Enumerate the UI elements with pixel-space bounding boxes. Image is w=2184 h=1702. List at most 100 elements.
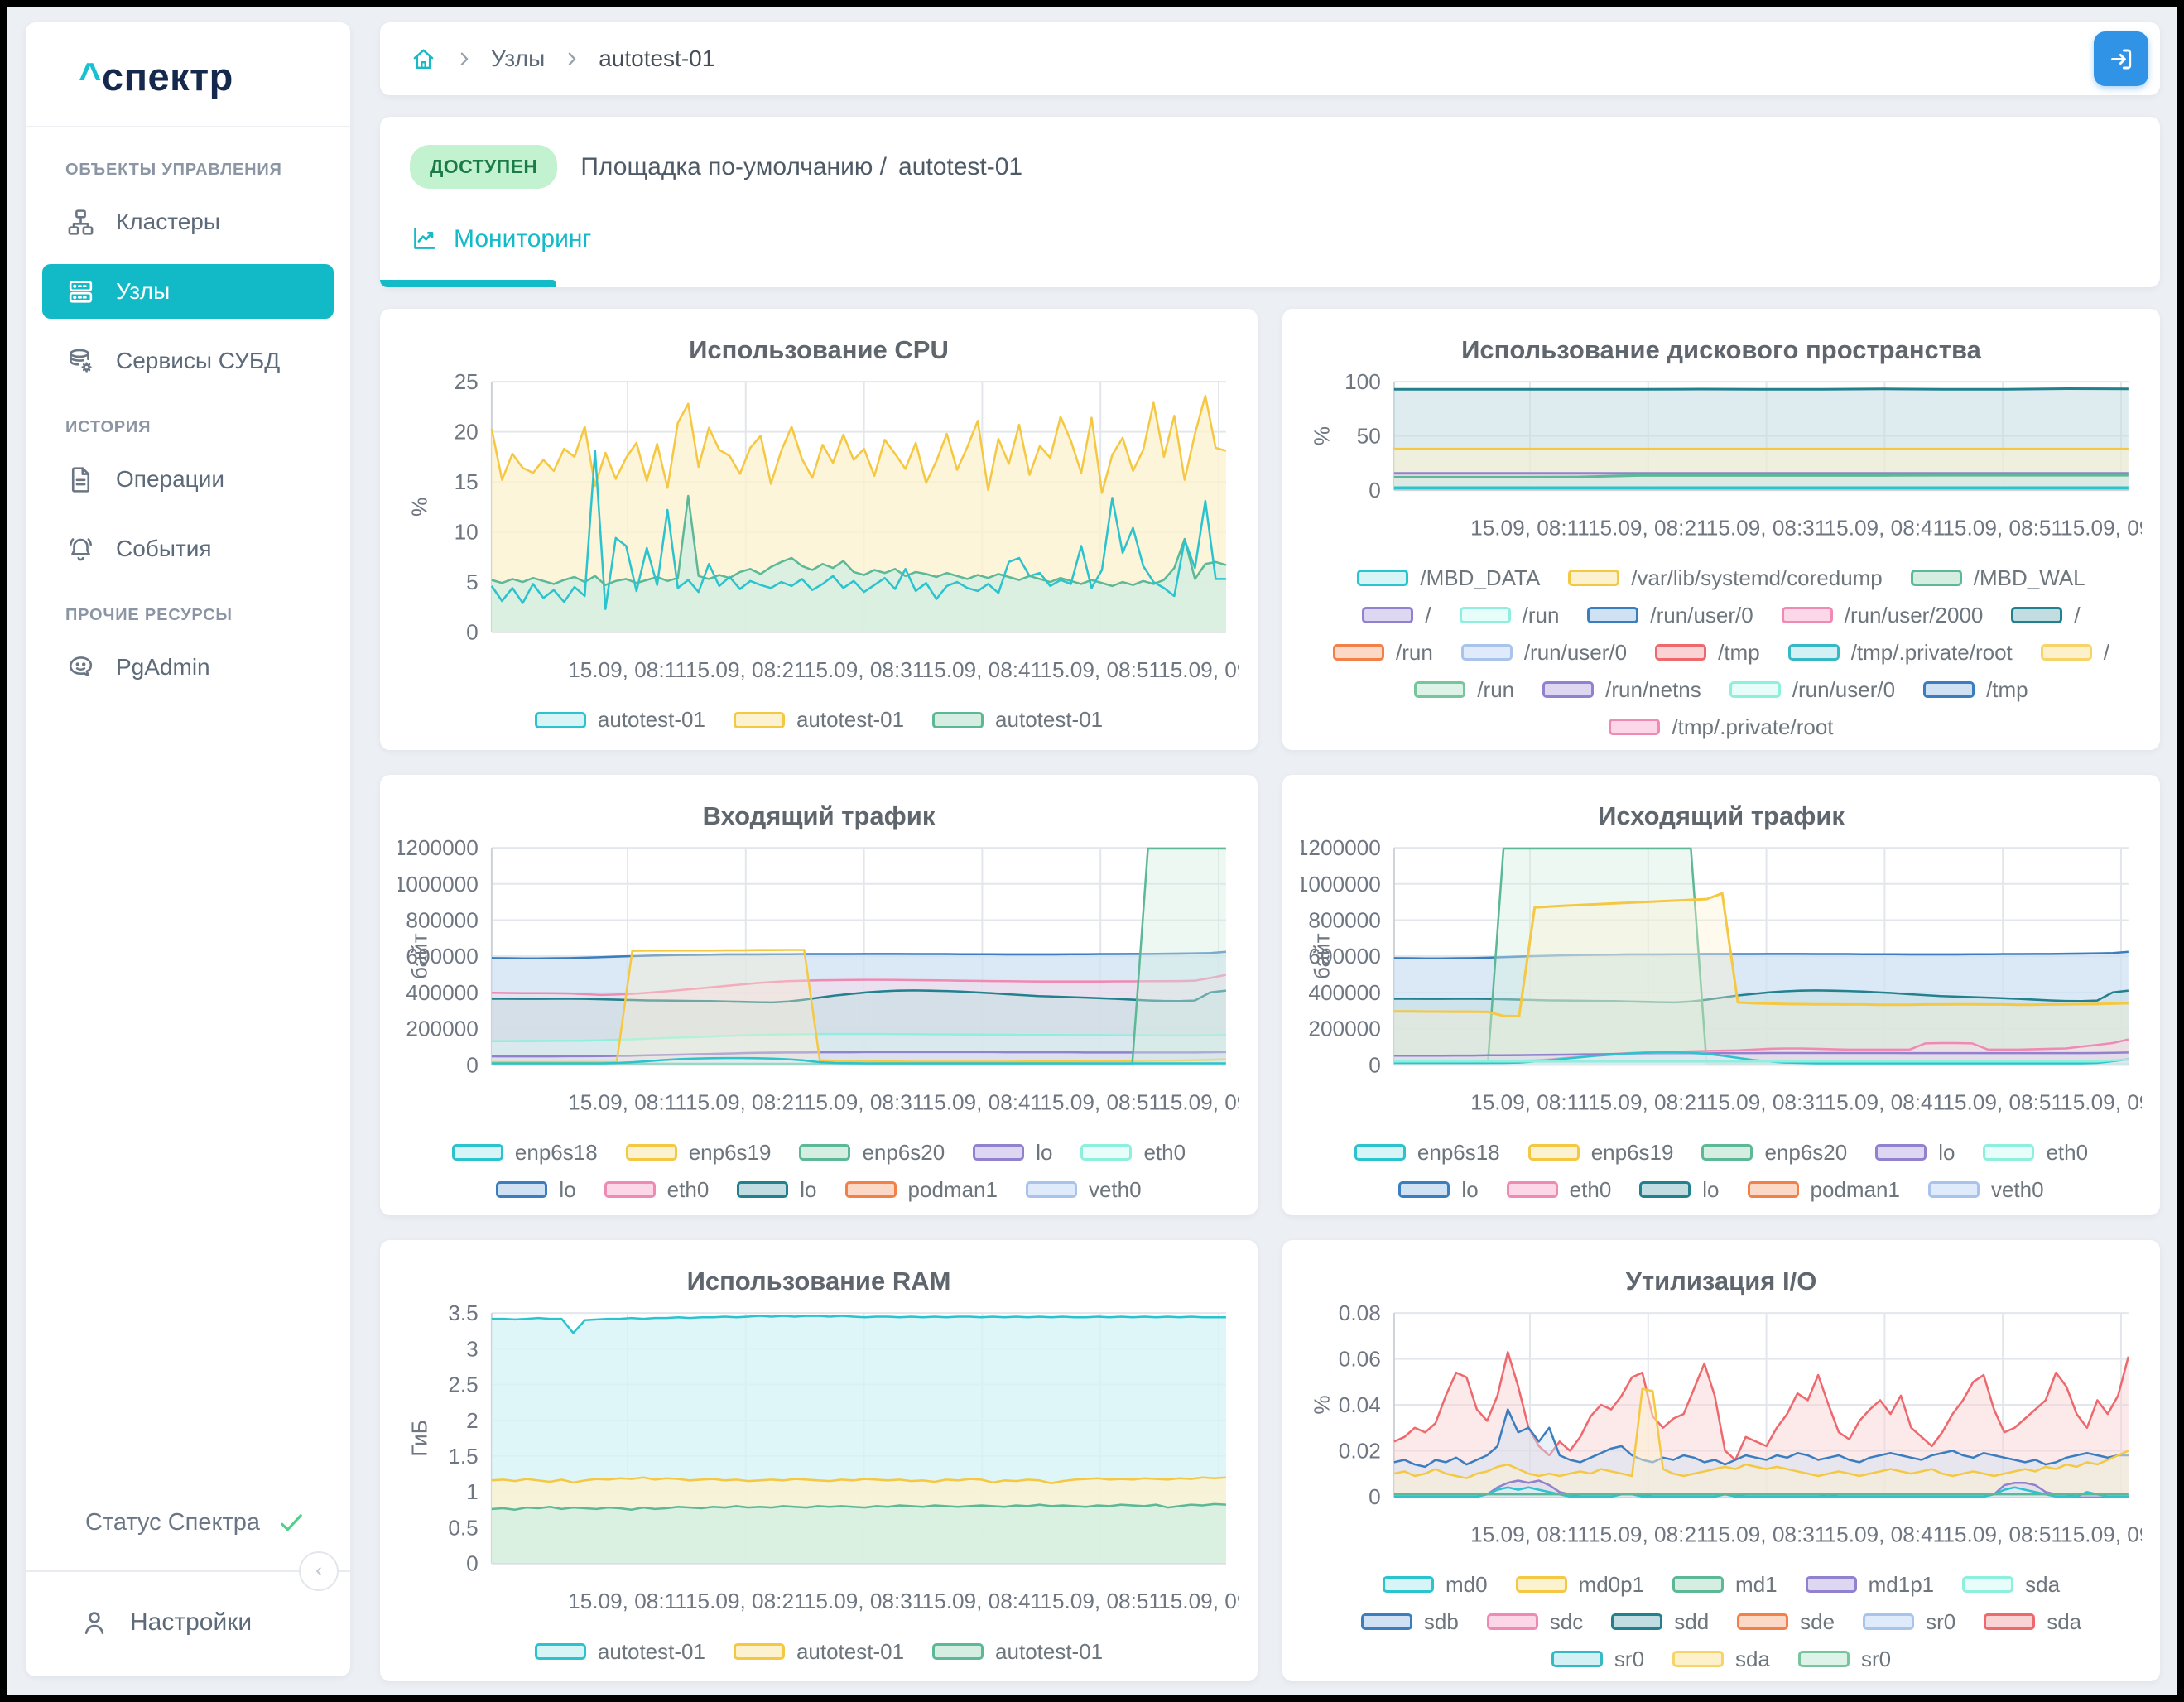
legend-item[interactable]: eth0: [604, 1177, 710, 1203]
svg-text:0: 0: [1369, 478, 1381, 502]
breadcrumb-item-nodes[interactable]: Узлы: [491, 46, 545, 72]
legend-item[interactable]: enp6s18: [1354, 1140, 1500, 1166]
svg-text:15.09, 08:41: 15.09, 08:41: [1825, 1089, 1946, 1114]
legend-item[interactable]: sda: [1984, 1609, 2081, 1635]
home-icon[interactable]: [410, 46, 437, 73]
legend-label: /run/user/0: [1792, 677, 1895, 703]
legend-swatch: [1568, 570, 1619, 586]
legend-label: podman1: [908, 1177, 998, 1203]
legend-swatch: [1383, 1576, 1434, 1593]
legend-item[interactable]: md0p1: [1516, 1572, 1645, 1598]
legend-item[interactable]: /: [2041, 640, 2109, 666]
legend-item[interactable]: md1: [1672, 1572, 1778, 1598]
legend-item[interactable]: /tmp: [1923, 677, 2028, 703]
svg-text:15.09, 08:21: 15.09, 08:21: [1588, 516, 1709, 541]
legend-item[interactable]: autotest-01: [932, 707, 1103, 733]
legend-item[interactable]: enp6s19: [1528, 1140, 1674, 1166]
legend-swatch: [734, 712, 785, 728]
sidebar-item-label: Кластеры: [116, 209, 220, 235]
sidebar: ^спектр ОБЪЕКТЫ УПРАВЛЕНИЯ Кластеры Узлы…: [26, 22, 350, 1676]
legend-item[interactable]: /tmp/.private/root: [1609, 714, 1833, 740]
legend-item[interactable]: /tmp: [1655, 640, 1760, 666]
legend-item[interactable]: autotest-01: [932, 1639, 1103, 1665]
nav-section-history: ИСТОРИЯ: [65, 418, 334, 437]
legend-item[interactable]: /MBD_WAL: [1911, 565, 2085, 591]
sidebar-item-pgadmin[interactable]: PgAdmin: [42, 640, 334, 695]
legend-item[interactable]: /run: [1460, 603, 1560, 628]
legend-item[interactable]: lo: [496, 1177, 575, 1203]
tab-monitoring[interactable]: Мониторинг: [410, 224, 591, 253]
legend-item[interactable]: eth0: [1507, 1177, 1612, 1203]
legend-item[interactable]: autotest-01: [535, 1639, 705, 1665]
svg-text:15.09, 08:11: 15.09, 08:11: [1470, 1089, 1590, 1114]
svg-text:0.5: 0.5: [448, 1516, 478, 1541]
legend-swatch: [1398, 1181, 1450, 1198]
legend-label: /run: [1396, 640, 1433, 666]
legend-item[interactable]: autotest-01: [734, 1639, 904, 1665]
legend-item[interactable]: sr0: [1551, 1647, 1644, 1672]
legend-item[interactable]: lo: [973, 1140, 1052, 1166]
logout-icon: [2107, 45, 2136, 74]
legend-item[interactable]: md0: [1383, 1572, 1488, 1598]
svg-text:15.09, 09:01: 15.09, 09:01: [2061, 1522, 2142, 1547]
legend-item[interactable]: sdc: [1487, 1609, 1583, 1635]
svg-text:0: 0: [466, 620, 479, 645]
legend-item[interactable]: veth0: [1928, 1177, 2044, 1203]
logout-button[interactable]: [2094, 31, 2148, 86]
legend-item[interactable]: eth0: [1080, 1140, 1186, 1166]
legend-swatch: [1357, 570, 1408, 586]
legend-item[interactable]: lo: [1875, 1140, 1955, 1166]
svg-text:15.09, 08:11: 15.09, 08:11: [1470, 516, 1590, 541]
legend-item[interactable]: veth0: [1026, 1177, 1142, 1203]
settings-button[interactable]: Настройки: [26, 1572, 350, 1676]
legend-swatch: [1551, 1651, 1603, 1667]
legend-item[interactable]: enp6s18: [452, 1140, 598, 1166]
legend-item[interactable]: lo: [1398, 1177, 1478, 1203]
chart-legend: enp6s18 enp6s19 enp6s20 lo eth0 lo eth0 lo podma…: [446, 1135, 1191, 1211]
legend-item[interactable]: sda: [1672, 1647, 1770, 1672]
legend-item[interactable]: lo: [737, 1177, 816, 1203]
legend-item[interactable]: /run/user/0: [1729, 677, 1895, 703]
legend-item[interactable]: enp6s20: [799, 1140, 945, 1166]
sidebar-collapse-button[interactable]: [299, 1551, 339, 1591]
sidebar-item-dbms-services[interactable]: Сервисы СУБД: [42, 334, 334, 388]
svg-text:15.09, 08:31: 15.09, 08:31: [1706, 516, 1827, 541]
sidebar-item-clusters[interactable]: Кластеры: [42, 195, 334, 249]
legend-item[interactable]: md1p1: [1806, 1572, 1935, 1598]
legend-label: sdc: [1550, 1609, 1583, 1635]
legend-item[interactable]: /run/user/0: [1461, 640, 1627, 666]
legend-item[interactable]: sda: [1962, 1572, 2060, 1598]
legend-item[interactable]: sde: [1737, 1609, 1835, 1635]
legend-item[interactable]: podman1: [1748, 1177, 1900, 1203]
legend-item[interactable]: sr0: [1798, 1647, 1891, 1672]
legend-item[interactable]: /run/user/2000: [1782, 603, 1984, 628]
legend-item[interactable]: lo: [1639, 1177, 1719, 1203]
legend-label: enp6s19: [1591, 1140, 1674, 1166]
legend-item[interactable]: sr0: [1863, 1609, 1955, 1635]
legend-item[interactable]: /run/user/0: [1587, 603, 1753, 628]
legend-item[interactable]: autotest-01: [734, 707, 904, 733]
chevron-right-icon: [561, 49, 582, 70]
chart-canvas: 051015202515.09, 08:1115.09, 08:2115.09,…: [398, 368, 1239, 702]
sidebar-item-operations[interactable]: Операции: [42, 452, 334, 507]
legend-item[interactable]: /run/netns: [1542, 677, 1701, 703]
legend-item[interactable]: sdb: [1361, 1609, 1459, 1635]
legend-item[interactable]: /MBD_DATA: [1357, 565, 1540, 591]
legend-item[interactable]: /: [2011, 603, 2080, 628]
settings-label: Настройки: [130, 1608, 252, 1637]
legend-item[interactable]: enp6s19: [626, 1140, 772, 1166]
sidebar-item-nodes[interactable]: Узлы: [42, 264, 334, 319]
legend-item[interactable]: /run: [1414, 677, 1514, 703]
legend-item[interactable]: autotest-01: [535, 707, 705, 733]
svg-text:ГиБ: ГиБ: [406, 1420, 431, 1457]
legend-item[interactable]: /tmp/.private/root: [1788, 640, 2013, 666]
legend-item[interactable]: sdd: [1611, 1609, 1709, 1635]
legend-item[interactable]: /var/lib/systemd/coredump: [1568, 565, 1882, 591]
legend-item[interactable]: /: [1362, 603, 1431, 628]
legend-label: lo: [800, 1177, 816, 1203]
sidebar-item-events[interactable]: События: [42, 522, 334, 576]
legend-item[interactable]: eth0: [1983, 1140, 2088, 1166]
legend-item[interactable]: enp6s20: [1701, 1140, 1847, 1166]
legend-item[interactable]: podman1: [845, 1177, 998, 1203]
legend-item[interactable]: /run: [1333, 640, 1433, 666]
